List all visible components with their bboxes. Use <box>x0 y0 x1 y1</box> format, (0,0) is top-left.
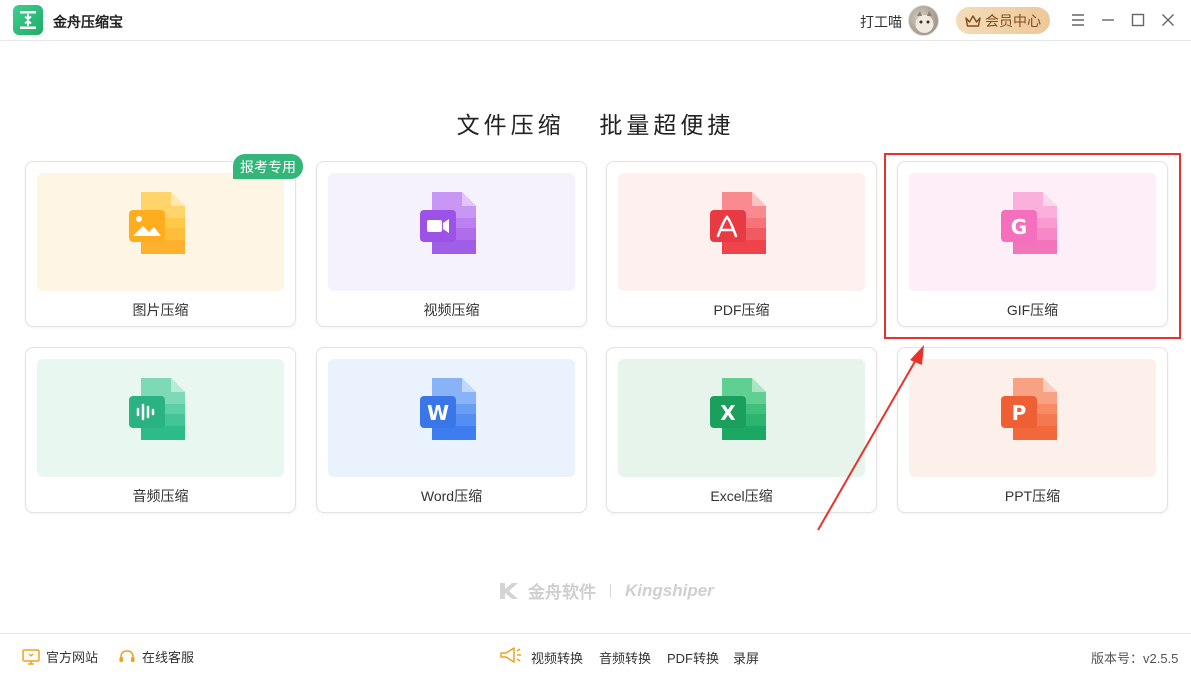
highlight-box <box>884 153 1181 339</box>
title-bar: 金舟压缩宝 打工喵 会员中心 <box>0 0 1191 41</box>
app-title: 金舟压缩宝 <box>53 14 123 30</box>
exam-badge: 报考专用 <box>233 154 303 179</box>
promo-megaphone <box>498 645 522 665</box>
headline-right: 批量超便捷 <box>599 112 735 138</box>
footer-link-video-convert[interactable]: 视频转换 <box>531 648 583 667</box>
version-label: 版本号：v2.5.5 <box>1091 651 1179 666</box>
maximize-icon[interactable] <box>1128 10 1148 30</box>
brand-separator <box>610 583 611 598</box>
avatar[interactable] <box>908 5 939 36</box>
brand-en: Kingshiper <box>625 580 714 600</box>
website-link[interactable]: 官方网站 <box>22 647 98 666</box>
vip-center-button[interactable]: 会员中心 <box>956 7 1050 34</box>
word-file-icon: W <box>420 378 476 440</box>
vip-center-label: 会员中心 <box>985 12 1041 29</box>
brand-watermark: 金舟软件 Kingshiper <box>498 578 714 603</box>
image-file-icon <box>129 192 185 254</box>
excel-letter: X <box>720 401 736 425</box>
pdf-file-icon <box>710 192 766 254</box>
excel-file-icon: X <box>710 378 766 440</box>
video-file-icon <box>420 192 476 254</box>
close-icon[interactable] <box>1158 10 1178 30</box>
footer-bar: 官方网站 在线客服 视频转换 音频转换 PDF转换 录屏 版本号：v2.5.5 <box>0 633 1191 674</box>
monitor-icon <box>22 648 40 665</box>
footer-link-screen-record[interactable]: 录屏 <box>733 648 759 667</box>
card-audio-label: 音频压缩 <box>132 488 189 504</box>
footer-link-pdf-convert[interactable]: PDF转换 <box>667 648 719 667</box>
card-word-label: Word压缩 <box>420 488 483 504</box>
card-pdf-label: PDF压缩 <box>713 302 770 318</box>
card-ppt-label: PPT压缩 <box>1004 488 1061 504</box>
website-label: 官方网站 <box>46 650 99 665</box>
ppt-letter: P <box>1012 401 1027 425</box>
ppt-file-icon: P <box>1001 378 1057 440</box>
service-label: 在线客服 <box>142 650 195 665</box>
crown-icon <box>965 14 981 27</box>
user-name[interactable]: 打工喵 <box>860 12 902 32</box>
headset-icon <box>119 649 135 662</box>
word-letter: W <box>427 401 449 425</box>
card-excel-label: Excel压缩 <box>710 488 773 504</box>
card-word-compress[interactable]: W Word压缩 <box>316 347 587 513</box>
audio-file-icon <box>129 378 185 440</box>
megaphone-icon <box>500 647 521 663</box>
minimize-icon[interactable] <box>1098 10 1118 30</box>
headline-left: 文件压缩 <box>456 112 565 138</box>
page-headline: 文件压缩 批量超便捷 <box>0 106 1191 140</box>
service-link[interactable]: 在线客服 <box>118 647 194 666</box>
card-video-compress[interactable]: 视频压缩 <box>316 161 587 327</box>
kingshiper-logo-icon <box>500 582 518 599</box>
card-image-compress[interactable]: 图片压缩 <box>25 161 296 327</box>
card-ppt-compress[interactable]: P PPT压缩 <box>897 347 1168 513</box>
footer-link-audio-convert[interactable]: 音频转换 <box>599 648 651 667</box>
menu-icon[interactable] <box>1068 10 1088 30</box>
card-image-label: 图片压缩 <box>132 302 189 318</box>
card-pdf-compress[interactable]: PDF压缩 <box>606 161 877 327</box>
brand-cn: 金舟软件 <box>528 583 596 602</box>
card-video-label: 视频压缩 <box>423 302 480 318</box>
card-excel-compress[interactable]: X Excel压缩 <box>606 347 877 513</box>
card-audio-compress[interactable]: 音频压缩 <box>25 347 296 513</box>
app-logo-icon <box>13 5 43 35</box>
